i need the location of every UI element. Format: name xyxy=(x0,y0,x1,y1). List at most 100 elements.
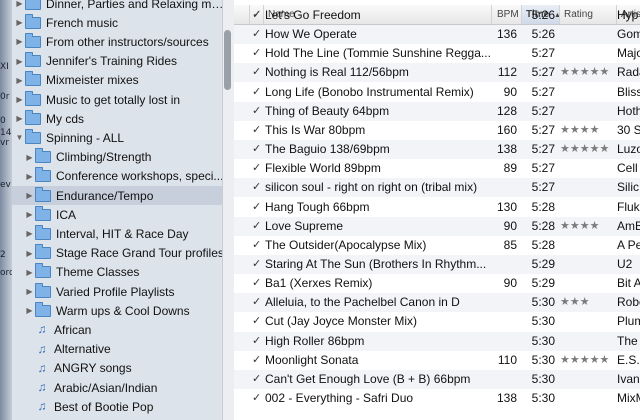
sidebar-folder-item[interactable]: ▶ Warm ups & Cool Downs xyxy=(12,301,222,320)
table-row[interactable]: ✓High Roller 86bpm 5:30 The C xyxy=(234,331,640,351)
disclosure-collapsed-icon[interactable]: ▶ xyxy=(24,210,35,219)
cell-bpm: 136 xyxy=(496,27,517,42)
sidebar-playlist-item[interactable]: ♫ ANGRY songs xyxy=(12,359,222,378)
disclosure-collapsed-icon[interactable]: ▶ xyxy=(24,153,35,162)
cell-bpm: 90 xyxy=(503,218,517,233)
disclosure-collapsed-icon[interactable]: ▶ xyxy=(24,287,35,296)
track-checkbox[interactable]: ✓ xyxy=(252,198,264,217)
disclosure-collapsed-icon[interactable]: ▶ xyxy=(14,76,25,85)
table-row[interactable]: ✓ Staring At The Sun (Brothers In Rhythm.… xyxy=(234,254,640,274)
sidebar-playlist-item[interactable]: ♫ African xyxy=(12,320,222,339)
track-checkbox[interactable]: ✓ xyxy=(252,102,264,121)
table-row[interactable]: ✓ Cut (Jay Joyce Monster Mix) 5:30 Plum xyxy=(234,312,640,331)
disclosure-collapsed-icon[interactable]: ▶ xyxy=(24,172,35,181)
background-window-text: ev xyxy=(0,180,11,190)
track-checkbox[interactable]: ✓ xyxy=(252,83,264,102)
disclosure-collapsed-icon[interactable]: ▶ xyxy=(24,268,35,277)
sidebar-folder-item[interactable]: ▶ Interval, HIT & Race Day xyxy=(12,224,222,243)
table-row[interactable]: ✓ Nothing is Real 112/56bpm 112 5:27 ★★★★★ Ra… xyxy=(234,63,640,83)
sidebar-folder-item[interactable]: ▶ Music to get totally lost in xyxy=(12,90,222,109)
table-row[interactable]: ✓Hang Tough 66bpm 130 5:28 Fluke xyxy=(234,198,640,217)
disclosure-expanded-icon[interactable]: ▼ xyxy=(14,133,25,142)
track-checkbox[interactable]: ✓ xyxy=(252,217,264,236)
table-row[interactable]: ✓ Ba1 (Xerxes Remix) 90 5:29 Bit A xyxy=(234,274,640,293)
sidebar-folder-item[interactable]: ▶ Varied Profile Playlists xyxy=(12,282,222,301)
table-row[interactable]: ✓ Moonlight Sonata 110 5:30 ★★★★★ E.S. xyxy=(234,351,640,370)
sidebar-scrollbar-thumb[interactable] xyxy=(224,30,231,90)
table-row[interactable]: ✓ Alleluia, to the Pachelbel Canon in D 5:… xyxy=(234,293,640,313)
track-checkbox[interactable]: ✓ xyxy=(252,25,264,44)
track-checkbox[interactable]: ✓ xyxy=(252,255,264,274)
sidebar-folder-item[interactable]: ▶ Conference workshops, speci... xyxy=(12,167,222,186)
sidebar-folder-item[interactable]: ▶ Stage Race Grand Tour profiles xyxy=(12,244,222,263)
sidebar-folder-item[interactable]: ▶ ICA xyxy=(12,205,222,224)
cell-artist: Rada xyxy=(617,65,640,80)
cell-rating xyxy=(560,274,612,293)
track-checkbox[interactable]: ✓ xyxy=(252,178,264,197)
sidebar-folder-item[interactable]: ▶ Endurance/Tempo xyxy=(12,186,222,205)
disclosure-collapsed-icon[interactable]: ▶ xyxy=(24,229,35,238)
cell-bpm: 90 xyxy=(503,276,517,291)
sidebar-item-label: Best of Bootie Pop xyxy=(54,399,154,414)
track-checkbox[interactable]: ✓ xyxy=(252,370,264,389)
track-checkbox[interactable]: ✓ xyxy=(252,351,264,370)
table-row[interactable]: ✓002 - Everything - Safri Duo 138 5:30 MixM xyxy=(234,389,640,408)
disclosure-collapsed-icon[interactable]: ▶ xyxy=(24,249,35,258)
sidebar-folder-item[interactable]: ▶ Jennifer's Training Rides xyxy=(12,52,222,71)
track-checkbox[interactable]: ✓ xyxy=(252,312,264,331)
playlist-icon: ♫ xyxy=(37,380,47,394)
sidebar-folder-item[interactable]: ▶ Theme Classes xyxy=(12,263,222,282)
track-checkbox[interactable]: ✓ xyxy=(252,274,264,293)
sidebar-folder-item[interactable]: ▶ My cds xyxy=(12,109,222,128)
track-checkbox[interactable]: ✓ xyxy=(252,332,264,351)
disclosure-collapsed-icon[interactable]: ▶ xyxy=(14,0,25,8)
table-row[interactable]: ✓ Let's Go Freedom 5:26 Hyp xyxy=(234,6,640,25)
sidebar-playlist-item[interactable]: ♫ Best of Bootie Pop xyxy=(12,397,222,416)
cell-rating: ★★★ xyxy=(560,296,590,309)
toolbar-edge xyxy=(234,0,640,5)
cell-artist: Cell xyxy=(617,161,638,176)
table-row[interactable]: ✓ Thing of Beauty 64bpm 128 5:27 Hoth xyxy=(234,101,640,121)
sidebar-folder-item[interactable]: ▶ Dinner, Parties and Relaxing music xyxy=(12,0,222,13)
track-checkbox[interactable]: ✓ xyxy=(252,236,264,255)
disclosure-collapsed-icon[interactable]: ▶ xyxy=(24,191,35,200)
table-row[interactable]: ✓ This Is War 80bpm 160 5:27 ★★★★ 30 S xyxy=(234,121,640,140)
disclosure-collapsed-icon[interactable]: ▶ xyxy=(14,95,25,104)
track-checkbox[interactable]: ✓ xyxy=(252,159,264,178)
sidebar-folder-item[interactable]: ▶ Climbing/Strength xyxy=(12,148,222,167)
cell-name: The Baguio 138/69bpm xyxy=(265,142,390,157)
disclosure-collapsed-icon[interactable]: ▶ xyxy=(24,306,35,315)
disclosure-collapsed-icon[interactable]: ▶ xyxy=(14,57,25,66)
track-checkbox[interactable]: ✓ xyxy=(252,6,264,25)
table-row[interactable]: ✓ The Outsider(Apocalypse Mix) 85 5:28 A Pe xyxy=(234,236,640,255)
sidebar-folder-item[interactable]: ▶ From other instructors/sources xyxy=(12,32,222,51)
disclosure-collapsed-icon[interactable]: ▶ xyxy=(14,114,25,123)
sidebar-item-label: Climbing/Strength xyxy=(56,150,152,165)
track-checkbox[interactable]: ✓ xyxy=(252,121,264,140)
sidebar-playlist-item[interactable]: ♫ Arabic/Asian/Indian xyxy=(12,378,222,397)
sidebar-item-label: Warm ups & Cool Downs xyxy=(56,303,190,318)
sidebar-folder-item[interactable]: ▼ Spinning - ALL xyxy=(12,128,222,147)
table-row[interactable]: ✓ Long Life (Bonobo Instrumental Remix) 90… xyxy=(234,83,640,102)
cell-name: Hang Tough 66bpm xyxy=(265,199,370,214)
table-row[interactable]: ✓ The Baguio 138/69bpm 138 5:27 ★★★★★ Luzo xyxy=(234,140,640,160)
disclosure-collapsed-icon[interactable]: ▶ xyxy=(14,37,25,46)
sidebar-playlist-item[interactable]: ♫ Alternative xyxy=(12,340,222,359)
folder-icon xyxy=(35,263,51,279)
cell-name: Nothing is Real 112/56bpm xyxy=(265,65,409,80)
disclosure-collapsed-icon[interactable]: ▶ xyxy=(14,18,25,27)
track-checkbox[interactable]: ✓ xyxy=(252,44,264,63)
table-row[interactable]: ✓ Can't Get Enough Love (B + B) 66bpm 5:30… xyxy=(234,369,640,389)
sidebar-folder-item[interactable]: ▶ Mixmeister mixes xyxy=(12,71,222,90)
table-row[interactable]: ✓ Flexible World 89bpm 89 5:27 Cell xyxy=(234,159,640,178)
track-checkbox[interactable]: ✓ xyxy=(252,140,264,159)
table-row[interactable]: ✓ silicon soul - right on right on (triba… xyxy=(234,178,640,198)
track-checkbox[interactable]: ✓ xyxy=(252,389,264,408)
sidebar-folder-item[interactable]: ▶ French music xyxy=(12,13,222,32)
table-row[interactable]: ✓ How We Operate 136 5:26 Gom xyxy=(234,25,640,45)
track-checkbox[interactable]: ✓ xyxy=(252,293,264,312)
track-checkbox[interactable]: ✓ xyxy=(252,63,264,82)
cell-rating xyxy=(560,159,612,178)
table-row[interactable]: ✓ Hold The Line (Tommie Sunshine Regga...… xyxy=(234,44,640,63)
table-row[interactable]: ✓ Love Supreme 90 5:28 ★★★★ AmB xyxy=(234,216,640,236)
